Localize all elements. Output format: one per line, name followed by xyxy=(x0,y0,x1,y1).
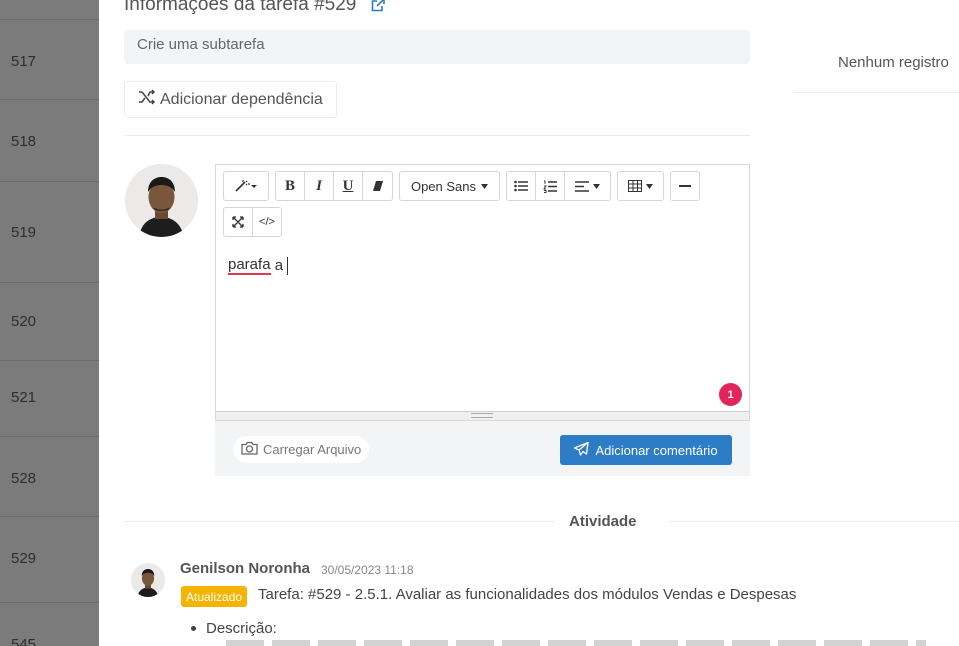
row-number: 528 xyxy=(11,470,37,487)
unordered-list-icon[interactable] xyxy=(507,172,536,200)
italic-icon[interactable]: I xyxy=(305,172,334,200)
divider xyxy=(669,521,959,522)
list-item: 528 xyxy=(0,436,100,516)
activity-section-title: Atividade xyxy=(569,513,637,530)
send-icon xyxy=(574,441,590,459)
upload-file-button[interactable]: Carregar Arquivo xyxy=(233,436,370,463)
task-details-panel: Informações da tarefa #529 Crie uma subt… xyxy=(99,0,959,646)
editor-content[interactable]: parafa a xyxy=(228,256,289,275)
external-link-icon[interactable] xyxy=(370,0,386,13)
toolbar-table-group xyxy=(617,171,664,201)
task-title: Informações da tarefa #529 xyxy=(124,0,357,15)
list-item: 545 xyxy=(0,602,100,646)
toolbar-style-group xyxy=(223,171,269,201)
editor-resize-handle[interactable] xyxy=(215,411,750,421)
description-label: Descrição: xyxy=(206,620,277,637)
code-view-icon[interactable]: </> xyxy=(253,208,281,236)
divider xyxy=(124,135,750,136)
align-icon[interactable] xyxy=(565,172,610,200)
eraser-icon[interactable] xyxy=(363,172,392,200)
text-caret xyxy=(287,256,289,275)
truncated-description-text xyxy=(226,640,926,646)
misspelled-word: parafa xyxy=(228,256,271,275)
toolbar-paragraph-group xyxy=(506,171,611,201)
magic-wand-icon[interactable] xyxy=(224,172,268,200)
shuffle-icon xyxy=(138,89,156,110)
row-number: 529 xyxy=(11,550,37,567)
empty-records-text: Nenhum registro xyxy=(838,54,949,71)
horizontal-rule-icon[interactable] xyxy=(671,172,699,200)
camera-icon xyxy=(241,441,258,458)
activity-date: 30/05/2023 11:18 xyxy=(321,563,414,577)
bold-icon[interactable]: B xyxy=(276,172,305,200)
row-number: 519 xyxy=(11,224,37,241)
list-item: 519 xyxy=(0,181,100,282)
divider xyxy=(124,521,554,522)
background-task-list: 517 518 519 520 521 528 529 545 xyxy=(0,0,100,646)
add-dependency-label: Adicionar dependência xyxy=(160,90,323,108)
notification-count-badge: 1 xyxy=(719,383,742,406)
page-title: Informações da tarefa #529 xyxy=(124,0,386,16)
font-select-label: Open Sans xyxy=(410,178,477,194)
status-badge: Atualizado xyxy=(181,586,248,607)
subtask-input[interactable]: Crie uma subtarefa xyxy=(124,30,750,64)
row-number: 518 xyxy=(11,133,37,150)
row-number: 517 xyxy=(11,53,37,70)
font-select[interactable]: Open Sans xyxy=(399,171,500,201)
list-item: 517 xyxy=(0,19,100,99)
editor-text-rest: a xyxy=(270,257,284,274)
list-item: 518 xyxy=(0,99,100,181)
underline-icon[interactable]: U xyxy=(334,172,363,200)
editor-footer: Carregar Arquivo Adicionar comentário xyxy=(215,421,750,476)
activity-avatar xyxy=(131,563,165,597)
row-number: 521 xyxy=(11,389,37,406)
upload-file-label: Carregar Arquivo xyxy=(263,442,362,457)
add-dependency-button[interactable]: Adicionar dependência xyxy=(124,81,337,118)
description-list-item: Descrição: xyxy=(191,620,277,637)
ordered-list-icon[interactable] xyxy=(536,172,565,200)
add-comment-label: Adicionar comentário xyxy=(595,442,718,458)
grip-icon xyxy=(471,413,493,418)
row-number: 520 xyxy=(11,313,37,330)
toolbar-hr-group xyxy=(670,171,700,201)
list-item: 520 xyxy=(0,282,100,360)
bullet-icon xyxy=(191,626,196,631)
avatar xyxy=(125,164,198,237)
toolbar-format-group: B I U xyxy=(275,171,393,201)
divider xyxy=(794,92,959,93)
list-item: 529 xyxy=(0,516,100,602)
toolbar-view-group: </> xyxy=(223,207,282,237)
row-number: 545 xyxy=(11,636,37,646)
chevron-down-icon xyxy=(481,183,489,189)
activity-text: Tarefa: #529 - 2.5.1. Avaliar as funcion… xyxy=(258,586,797,603)
comment-editor[interactable]: B I U Open Sans </> parafa a 1 xyxy=(215,164,750,421)
fullscreen-icon[interactable] xyxy=(224,208,253,236)
table-icon[interactable] xyxy=(618,172,663,200)
list-item: 521 xyxy=(0,360,100,436)
activity-author[interactable]: Genilson Noronha xyxy=(180,560,310,577)
add-comment-button[interactable]: Adicionar comentário xyxy=(560,435,732,465)
